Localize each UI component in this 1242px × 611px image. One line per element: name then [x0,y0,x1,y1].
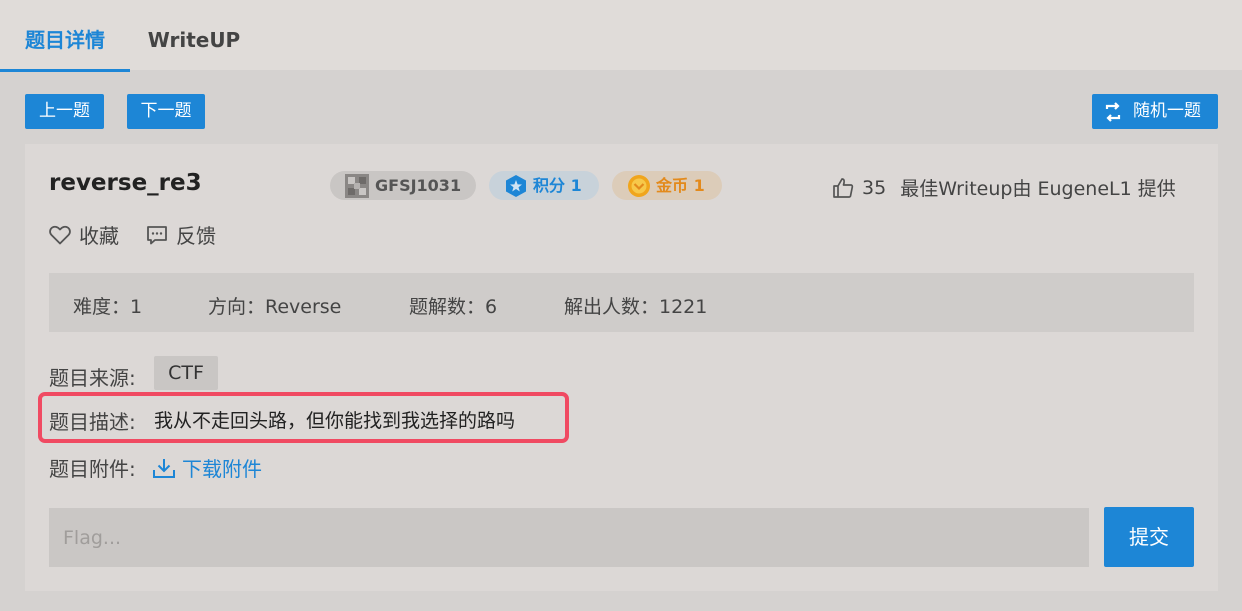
source-tag: CTF [154,356,218,390]
favorite-label: 收藏 [79,224,119,248]
solvers-info: 解出人数：1221 [564,296,708,318]
likes-area: 35 最佳Writeup由 EugeneL1 提供 [832,174,1176,201]
source-label: 题目来源: [49,366,136,390]
description-text: 我从不走回头路，但你能找到我选择的路吗 [154,410,516,432]
coin-icon [628,175,650,197]
random-challenge-label: 随机一题 [1133,101,1201,121]
star-icon [506,175,526,197]
challenge-id-badge: GFSJ1031 [330,171,476,200]
heart-icon [49,225,71,244]
attachment-label: 题目附件: [49,457,136,481]
solves-info: 题解数：6 [409,296,498,318]
difficulty-info: 难度：1 [73,296,143,318]
feedback-button[interactable]: 反馈 [146,220,216,249]
challenge-id-icon [345,174,369,198]
direction-info: 方向：Reverse [208,296,342,318]
favorite-button[interactable]: 收藏 [49,220,119,249]
comment-icon [147,225,167,244]
description-label: 题目描述: [49,410,136,434]
challenge-title: reverse_re3 [49,170,202,196]
shuffle-icon [1105,102,1121,122]
score-badge: 积分 1 [489,171,599,200]
submit-button[interactable]: 提交 [1104,507,1194,567]
download-label: 下载附件 [182,457,262,481]
next-challenge-button[interactable]: 下一题 [127,94,205,129]
prev-challenge-button[interactable]: 上一题 [25,94,104,129]
tab-challenge-details[interactable]: 题目详情 [0,0,130,72]
random-challenge-button[interactable]: 随机一题 [1092,94,1218,129]
best-writeup-credit: 最佳Writeup由 EugeneL1 提供 [900,178,1176,200]
flag-input[interactable] [49,508,1089,567]
challenge-id: GFSJ1031 [375,176,462,195]
likes-count: 35 [862,176,887,199]
tab-writeup[interactable]: WriteUP [136,0,252,72]
thumbs-up-icon[interactable] [832,177,854,199]
download-attachment-link[interactable]: 下载附件 [152,453,262,482]
download-icon [153,458,175,478]
coin-value: 金币 1 [656,176,705,195]
feedback-label: 反馈 [176,224,216,248]
coin-badge: 金币 1 [612,171,722,200]
tab-bar: 题目详情 WriteUP [0,0,1242,72]
score-value: 积分 1 [533,176,582,195]
